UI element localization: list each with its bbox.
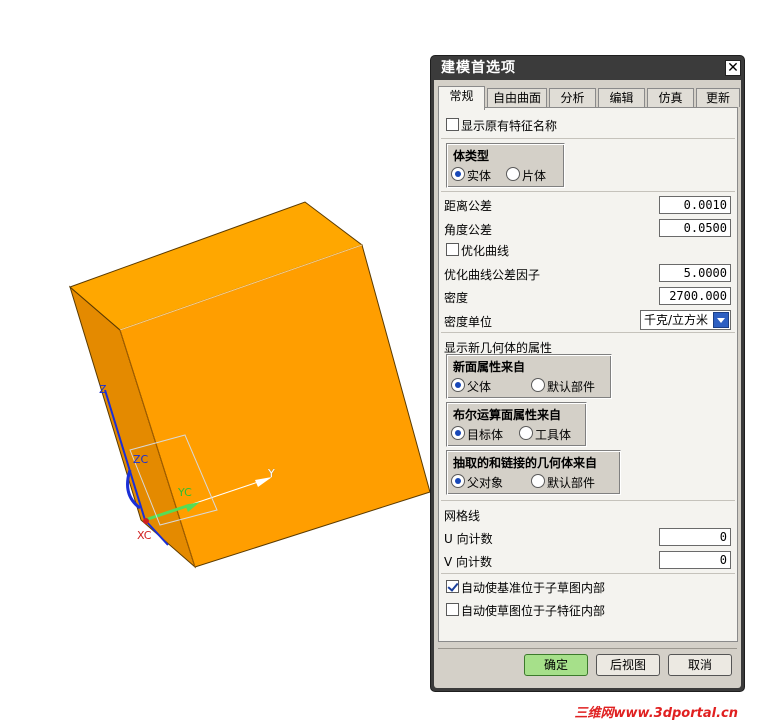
extracted-props-group: 抽取的和链接的几何体来自 父对象 默认部件 [446, 450, 621, 495]
distance-tolerance-input[interactable]: 0.0010 [659, 196, 731, 214]
tab-analysis[interactable]: 分析 [549, 88, 596, 107]
face-props-title: 新面属性来自 [453, 360, 526, 374]
modeling-preferences-dialog: 建模首选项 ✕ 常规 自由曲面 分析 编辑 仿真 更新 显示原有特征名称 体类型… [430, 55, 745, 692]
ok-button[interactable]: 确定 [524, 654, 588, 676]
u-count-input[interactable]: 0 [659, 528, 731, 546]
u-count-label: U 向计数 [444, 532, 493, 546]
body-type-sheet-label: 片体 [522, 169, 547, 183]
tab-simulation[interactable]: 仿真 [647, 88, 694, 107]
dialog-body: 常规 自由曲面 分析 编辑 仿真 更新 显示原有特征名称 体类型 实体 片体 距… [434, 80, 741, 688]
face-props-parent-radio[interactable] [451, 378, 465, 392]
body-type-title: 体类型 [453, 149, 490, 163]
body-type-group: 体类型 实体 片体 [446, 143, 565, 188]
divider [441, 138, 735, 139]
yc-axis-label: YC [178, 486, 192, 499]
angle-tolerance-input[interactable]: 0.0500 [659, 219, 731, 237]
density-unit-label: 密度单位 [444, 315, 493, 329]
face-props-default-radio[interactable] [531, 378, 545, 392]
density-unit-value: 千克/立方米 [644, 313, 709, 327]
v-count-input[interactable]: 0 [659, 551, 731, 569]
boolean-props-tool-radio[interactable] [519, 426, 533, 440]
divider [441, 332, 735, 333]
auto-datum-label: 自动使基准位于子草图内部 [461, 581, 606, 595]
y-axis-label: Y [268, 467, 275, 480]
body-type-solid-radio[interactable] [451, 167, 465, 181]
close-icon[interactable]: ✕ [725, 60, 741, 76]
extracted-props-parent-radio[interactable] [451, 474, 465, 488]
auto-sketch-checkbox[interactable] [446, 603, 459, 616]
extracted-props-title: 抽取的和链接的几何体来自 [453, 456, 598, 470]
dialog-title: 建模首选项 [441, 60, 516, 76]
v-count-label: V 向计数 [444, 555, 493, 569]
z-axis-label: Z [99, 383, 107, 396]
grid-section-title: 网格线 [444, 509, 481, 523]
auto-datum-checkbox[interactable] [446, 580, 459, 593]
tab-update[interactable]: 更新 [696, 88, 740, 107]
extracted-props-parent-label: 父对象 [467, 476, 504, 490]
body-type-solid-label: 实体 [467, 169, 492, 183]
divider [441, 191, 735, 192]
extracted-props-default-radio[interactable] [531, 474, 545, 488]
general-panel: 显示原有特征名称 体类型 实体 片体 距离公差 0.0010 角度公差 0.05… [438, 107, 738, 642]
boolean-props-group: 布尔运算面属性来自 目标体 工具体 [446, 402, 587, 447]
density-input[interactable]: 2700.000 [659, 287, 731, 305]
optimize-curve-label: 优化曲线 [461, 244, 510, 258]
tab-freeform[interactable]: 自由曲面 [487, 88, 547, 107]
density-label: 密度 [444, 291, 469, 305]
face-props-parent-label: 父体 [467, 380, 492, 394]
xc-axis-label: XC [137, 529, 152, 542]
optimize-curve-factor-input[interactable]: 5.0000 [659, 264, 731, 282]
boolean-props-title: 布尔运算面属性来自 [453, 408, 562, 422]
body-type-sheet-radio[interactable] [506, 167, 520, 181]
show-feature-names-checkbox[interactable] [446, 118, 459, 131]
tab-general[interactable]: 常规 [438, 86, 485, 110]
cancel-button[interactable]: 取消 [668, 654, 732, 676]
divider [441, 573, 735, 574]
extracted-props-default-label: 默认部件 [547, 476, 596, 490]
density-unit-select[interactable]: 千克/立方米 [640, 310, 731, 330]
boolean-props-tool-label: 工具体 [535, 428, 572, 442]
angle-tolerance-label: 角度公差 [444, 223, 493, 237]
boolean-props-target-label: 目标体 [467, 428, 504, 442]
zc-axis-label: ZC [133, 453, 149, 466]
divider [441, 500, 735, 501]
face-props-group: 新面属性来自 父体 默认部件 [446, 354, 612, 399]
auto-sketch-label: 自动使草图位于子特征内部 [461, 604, 606, 618]
optimize-curve-checkbox[interactable] [446, 243, 459, 256]
optimize-curve-factor-label: 优化曲线公差因子 [444, 268, 541, 282]
divider [438, 648, 737, 649]
tab-edit[interactable]: 编辑 [598, 88, 645, 107]
chevron-down-icon[interactable] [713, 312, 729, 328]
back-view-button[interactable]: 后视图 [596, 654, 660, 676]
boolean-props-target-radio[interactable] [451, 426, 465, 440]
watermark: 三维网www.3dportal.cn [574, 706, 738, 721]
show-feature-names-label: 显示原有特征名称 [461, 119, 558, 133]
distance-tolerance-label: 距离公差 [444, 199, 493, 213]
face-props-default-label: 默认部件 [547, 380, 596, 394]
